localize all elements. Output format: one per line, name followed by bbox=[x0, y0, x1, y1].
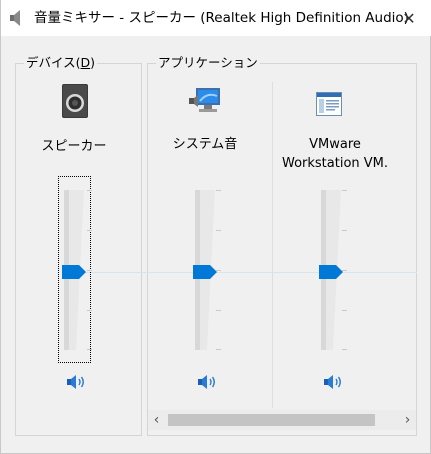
scroll-right-button[interactable]: › bbox=[399, 410, 416, 430]
app-window-icon[interactable] bbox=[316, 92, 342, 116]
app-column-separator bbox=[272, 82, 273, 408]
title-bar: 音量ミキサー - スピーカー (Realtek High Definition … bbox=[1, 0, 431, 36]
volume-mixer-window: 音量ミキサー - スピーカー (Realtek High Definition … bbox=[0, 0, 431, 454]
system-sounds-mute-button[interactable] bbox=[198, 374, 218, 390]
close-icon: ✕ bbox=[402, 8, 416, 28]
system-sounds-volume-thumb[interactable] bbox=[193, 265, 217, 279]
close-button[interactable]: ✕ bbox=[386, 0, 431, 36]
chevron-left-icon: ‹ bbox=[153, 412, 160, 428]
device-mute-button[interactable] bbox=[67, 374, 87, 390]
device-volume-thumb[interactable] bbox=[62, 265, 86, 279]
speaker-device-icon[interactable] bbox=[59, 83, 91, 119]
device-group-label: デバイス(D) bbox=[24, 55, 98, 71]
vmware-volume-thumb[interactable] bbox=[319, 265, 343, 279]
device-name-label: スピーカー bbox=[41, 139, 107, 154]
chevron-right-icon: › bbox=[404, 412, 411, 428]
speaker-title-icon bbox=[10, 10, 20, 26]
window-title: 音量ミキサー - スピーカー (Realtek High Definition … bbox=[34, 10, 409, 26]
device-volume-ticks bbox=[87, 190, 93, 350]
vmware-mute-button[interactable] bbox=[324, 374, 344, 390]
volume-level-line bbox=[85, 272, 417, 273]
vmware-label-line2: Workstation VM. bbox=[281, 156, 389, 171]
scroll-left-button[interactable]: ‹ bbox=[148, 410, 165, 430]
system-sounds-label: システム音 bbox=[172, 137, 238, 152]
applications-group-label: アプリケーション bbox=[156, 55, 260, 71]
vmware-label-line1: VMware bbox=[309, 137, 361, 152]
scrollbar-thumb[interactable] bbox=[168, 414, 375, 426]
system-sounds-icon[interactable] bbox=[187, 86, 223, 120]
applications-horizontal-scrollbar[interactable]: ‹ › bbox=[148, 410, 416, 430]
